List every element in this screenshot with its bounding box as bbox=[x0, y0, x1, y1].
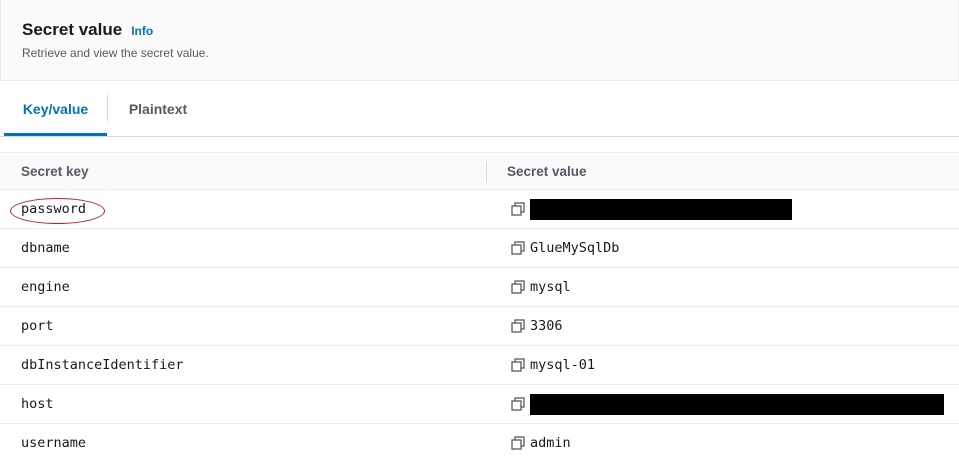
table-row: dbname GlueMySqlDb bbox=[0, 229, 959, 268]
column-divider bbox=[486, 162, 487, 182]
info-link[interactable]: Info bbox=[131, 24, 153, 38]
column-header-secret-key: Secret key bbox=[21, 164, 89, 179]
secret-table: Secret key Secret value password dbname … bbox=[0, 152, 959, 463]
copy-icon[interactable] bbox=[511, 202, 525, 216]
secret-key-cell: port bbox=[21, 318, 54, 334]
page-subtitle: Retrieve and view the secret value. bbox=[22, 46, 209, 60]
tab-divider bbox=[107, 95, 108, 121]
secret-value-cell: mysql bbox=[511, 268, 571, 306]
secret-value-text: GlueMySqlDb bbox=[530, 240, 620, 256]
title-row: Secret value Info bbox=[22, 20, 153, 40]
secret-value-text: admin bbox=[530, 435, 571, 451]
secret-value-cell: admin bbox=[511, 424, 571, 462]
secret-value-cell: GlueMySqlDb bbox=[511, 229, 619, 267]
page-title: Secret value bbox=[22, 20, 123, 39]
secret-key-cell: dbname bbox=[21, 240, 70, 256]
tab-plaintext[interactable]: Plaintext bbox=[108, 81, 208, 136]
copy-icon[interactable] bbox=[511, 241, 525, 255]
copy-icon[interactable] bbox=[511, 397, 525, 411]
secret-value-text: mysql-01 bbox=[530, 357, 596, 373]
redacted-value bbox=[530, 198, 792, 220]
table-row: host bbox=[0, 385, 959, 424]
copy-icon[interactable] bbox=[511, 280, 525, 294]
column-header-secret-value: Secret value bbox=[507, 164, 587, 179]
secret-value-text: mysql bbox=[530, 279, 571, 295]
tab-key-value[interactable]: Key/value bbox=[4, 81, 107, 136]
secret-value-cell: mysql-01 bbox=[511, 346, 595, 384]
secret-value-cell: 3306 bbox=[511, 307, 563, 345]
secret-key-cell: password bbox=[21, 201, 87, 217]
secret-key-cell: dbInstanceIdentifier bbox=[21, 357, 184, 373]
table-header: Secret key Secret value bbox=[0, 152, 959, 190]
secret-key-cell: engine bbox=[21, 279, 70, 295]
secret-key-cell: username bbox=[21, 435, 87, 451]
copy-icon[interactable] bbox=[511, 436, 525, 450]
table-row: port 3306 bbox=[0, 307, 959, 346]
secret-value-header: Secret value Info Retrieve and view the … bbox=[0, 0, 959, 81]
secret-value-cell bbox=[511, 385, 944, 423]
copy-icon[interactable] bbox=[511, 319, 525, 333]
table-row: dbInstanceIdentifier mysql-01 bbox=[0, 346, 959, 385]
tab-bar: Key/value Plaintext bbox=[0, 81, 959, 137]
active-tab-indicator bbox=[4, 133, 107, 136]
secret-value-text: 3306 bbox=[530, 318, 563, 334]
redacted-value bbox=[530, 393, 944, 415]
table-row: password bbox=[0, 190, 959, 229]
copy-icon[interactable] bbox=[511, 358, 525, 372]
secret-key-cell: host bbox=[21, 396, 54, 412]
table-row: username admin bbox=[0, 424, 959, 463]
secret-value-cell bbox=[511, 190, 792, 228]
table-row: engine mysql bbox=[0, 268, 959, 307]
